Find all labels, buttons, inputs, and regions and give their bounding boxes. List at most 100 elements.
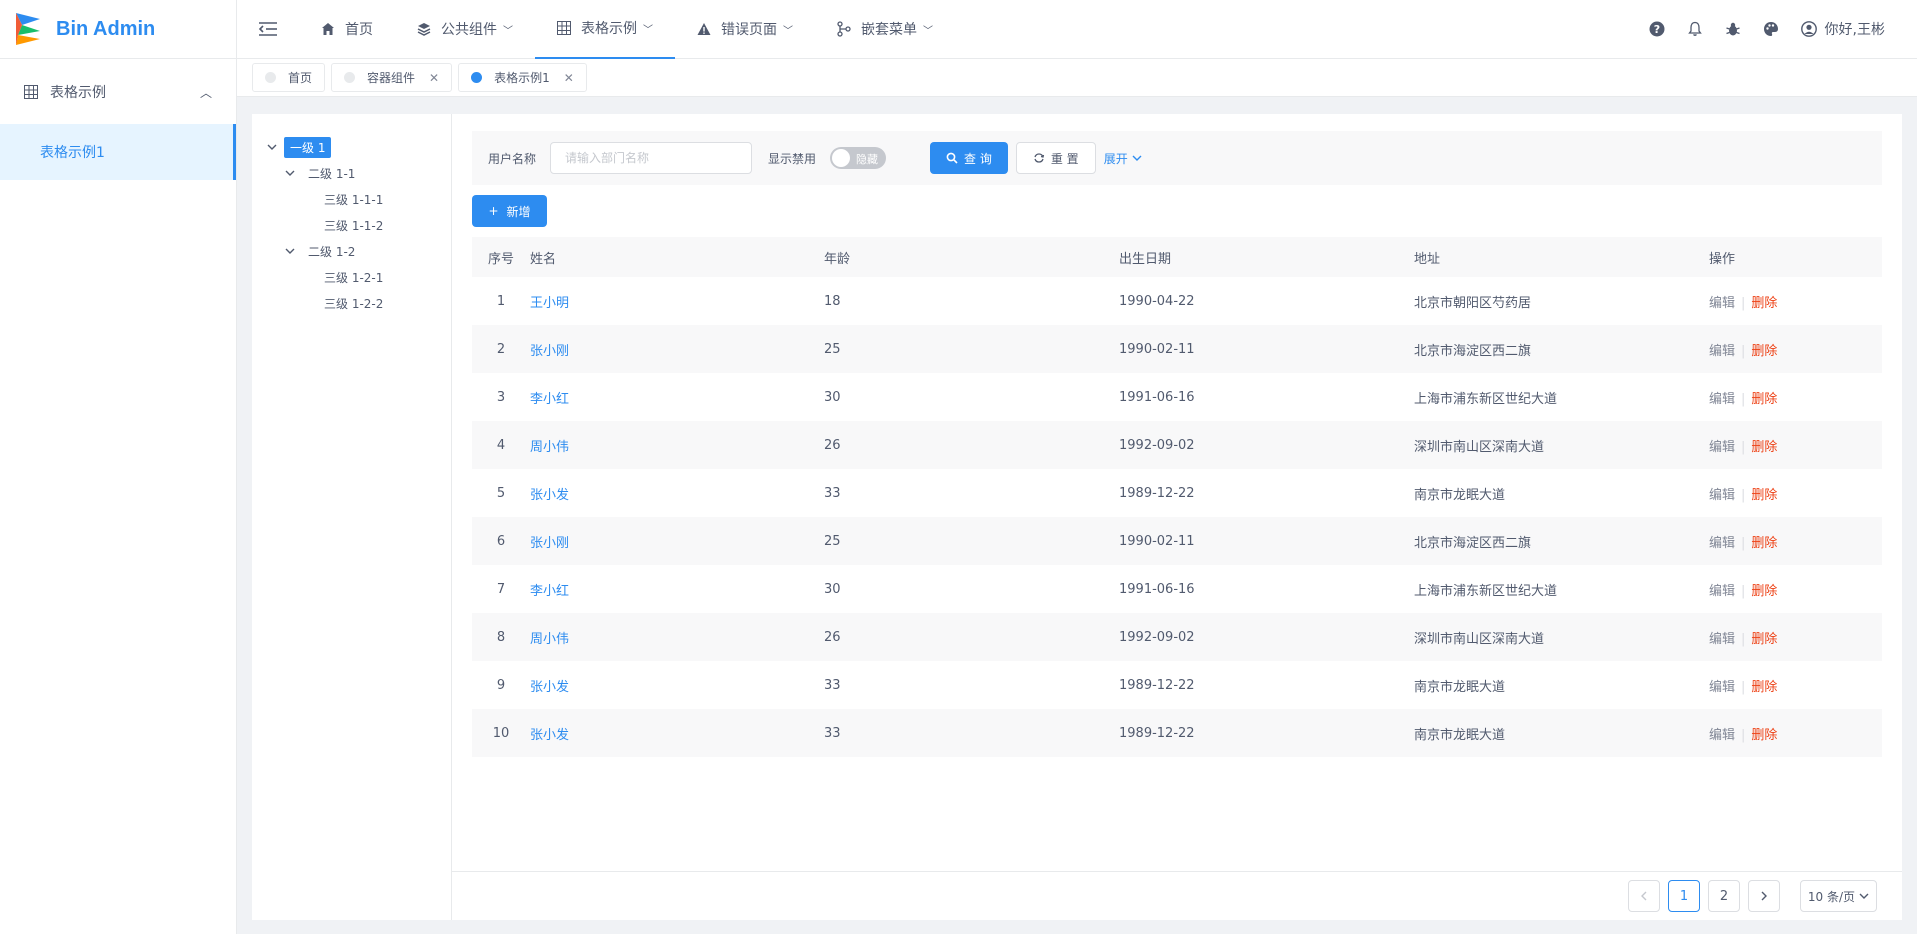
tag-container-components[interactable]: 容器组件 ✕	[331, 63, 453, 92]
chevron-down-icon	[1132, 155, 1142, 161]
add-button[interactable]: + 新增	[472, 195, 547, 227]
cell-age: 33	[824, 677, 841, 693]
tree-node-label: 三级 1-1-1	[324, 192, 384, 207]
cell-age: 30	[824, 389, 841, 405]
chevron-down-icon[interactable]	[264, 144, 280, 150]
username-input[interactable]	[550, 142, 753, 174]
palette-icon[interactable]	[1763, 21, 1779, 37]
tree-node-level3[interactable]: 三级 1-1-2	[252, 212, 451, 238]
edit-button[interactable]: 编辑	[1709, 584, 1735, 599]
delete-button[interactable]: 删除	[1751, 680, 1777, 695]
tree-node-level3[interactable]: 三级 1-1-1	[252, 186, 451, 212]
chevron-down-icon[interactable]	[282, 170, 298, 176]
delete-button[interactable]: 删除	[1751, 296, 1777, 311]
close-icon[interactable]: ✕	[429, 71, 439, 85]
edit-button[interactable]: 编辑	[1709, 440, 1735, 455]
delete-button[interactable]: 删除	[1751, 632, 1777, 647]
tree-node-level3[interactable]: 三级 1-2-2	[252, 290, 451, 316]
chevron-left-icon	[1641, 891, 1647, 901]
cell-name[interactable]: 张小发	[530, 488, 569, 503]
page-size-select[interactable]: 10 条/页	[1800, 880, 1877, 912]
cell-index: 7	[496, 581, 506, 597]
page-1[interactable]: 1	[1668, 880, 1700, 912]
cell-birthdate: 1990-02-11	[1119, 533, 1195, 549]
edit-button[interactable]: 编辑	[1709, 392, 1735, 407]
expand-button[interactable]: 展开	[1104, 150, 1142, 167]
user-menu[interactable]: 你好,王彬	[1800, 19, 1885, 39]
cell-age: 26	[824, 437, 841, 453]
cell-name[interactable]: 张小刚	[530, 344, 569, 359]
bell-icon[interactable]	[1687, 21, 1703, 37]
delete-button[interactable]: 删除	[1751, 344, 1777, 359]
tree-node-root[interactable]: 一级 1	[252, 134, 451, 160]
nav-nested-menu[interactable]: 嵌套菜单 ﹀	[815, 0, 955, 59]
delete-button[interactable]: 删除	[1751, 536, 1777, 551]
show-disabled-switch[interactable]: 隐藏	[830, 147, 887, 169]
tag-label: 首页	[288, 71, 313, 85]
tag-home[interactable]: 首页	[252, 63, 326, 92]
nav-table-example[interactable]: 表格示例 ﹀	[535, 0, 675, 59]
cell-name[interactable]: 周小伟	[530, 632, 569, 647]
delete-button[interactable]: 删除	[1751, 584, 1777, 599]
delete-button[interactable]: 删除	[1751, 488, 1777, 503]
cell-name[interactable]: 李小红	[530, 584, 569, 599]
cell-name[interactable]: 张小发	[530, 680, 569, 695]
tree-node-label: 二级 1-2	[308, 244, 356, 259]
cell-age: 30	[824, 581, 841, 597]
cell-name[interactable]: 周小伟	[530, 440, 569, 455]
next-page-button[interactable]	[1748, 880, 1780, 912]
delete-button[interactable]: 删除	[1751, 392, 1777, 407]
tree-node-label: 三级 1-2-2	[324, 296, 384, 311]
cell-name[interactable]: 王小明	[530, 296, 569, 311]
cell-age: 18	[824, 293, 841, 309]
edit-button[interactable]: 编辑	[1709, 680, 1735, 695]
tree-node-level2[interactable]: 二级 1-2	[252, 238, 451, 264]
tree-node-level3[interactable]: 三级 1-2-1	[252, 264, 451, 290]
plus-icon: +	[488, 204, 499, 218]
action-divider: |	[1741, 679, 1746, 695]
col-age: 年龄	[824, 251, 851, 267]
query-button[interactable]: 查 询	[930, 142, 1008, 174]
data-table: 序号 姓名 年龄 出生日期 地址 操作 1 王小明 18 1990-04-22 北京市朝…	[472, 237, 1882, 757]
reset-button[interactable]: 重 置	[1015, 142, 1096, 174]
cell-address: 南京市龙眠大道	[1414, 487, 1506, 503]
nav-common-components[interactable]: 公共组件 ﹀	[395, 0, 535, 59]
edit-button[interactable]: 编辑	[1709, 296, 1735, 311]
sidebar-item-table-example-1[interactable]: 表格示例1	[0, 124, 236, 180]
close-icon[interactable]: ✕	[564, 71, 574, 85]
edit-button[interactable]: 编辑	[1709, 488, 1735, 503]
tree-node-level2[interactable]: 二级 1-1	[252, 160, 451, 186]
tag-label: 表格示例1	[494, 71, 550, 85]
add-label: 新增	[506, 204, 531, 219]
edit-button[interactable]: 编辑	[1709, 344, 1735, 359]
cell-index: 1	[496, 293, 506, 309]
help-icon[interactable]: ?	[1649, 21, 1665, 37]
edit-button[interactable]: 编辑	[1709, 536, 1735, 551]
page-scrollbar[interactable]	[1910, 97, 1917, 934]
grid-icon	[24, 85, 38, 99]
bug-icon[interactable]	[1725, 21, 1741, 37]
nav-table-example-label: 表格示例	[581, 21, 637, 37]
reset-label: 重 置	[1050, 151, 1079, 166]
action-divider: |	[1741, 727, 1746, 743]
cell-name[interactable]: 李小红	[530, 392, 569, 407]
delete-button[interactable]: 删除	[1751, 728, 1777, 743]
collapse-sidebar-button[interactable]	[237, 0, 299, 59]
nav-home[interactable]: 首页	[299, 0, 395, 59]
cell-name[interactable]: 张小刚	[530, 536, 569, 551]
edit-button[interactable]: 编辑	[1709, 632, 1735, 647]
logo[interactable]: Bin Admin	[0, 0, 236, 59]
layers-icon	[417, 22, 431, 36]
col-address: 地址	[1414, 251, 1441, 267]
table-row: 7 李小红 30 1991-06-16 上海市浦东新区世纪大道 编辑 | 删除	[472, 565, 1882, 613]
nav-error-pages[interactable]: 错误页面 ﹀	[675, 0, 815, 59]
tag-table-example-1[interactable]: 表格示例1 ✕	[458, 63, 587, 92]
edit-button[interactable]: 编辑	[1709, 728, 1735, 743]
cell-name[interactable]: 张小发	[530, 728, 569, 743]
chevron-down-icon[interactable]	[282, 248, 298, 254]
content-panel: 一级 1 二级 1-1 三级 1-1-1 三级 1-1-2 二级 1-2 三级 …	[252, 114, 1902, 920]
delete-button[interactable]: 删除	[1751, 440, 1777, 455]
prev-page-button[interactable]	[1628, 880, 1660, 912]
page-2[interactable]: 2	[1708, 880, 1740, 912]
sidebar-group-table[interactable]: 表格示例 ︿	[0, 60, 236, 124]
